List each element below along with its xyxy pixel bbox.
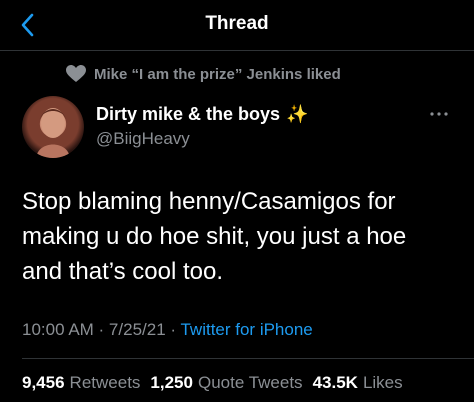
more-horizontal-icon: [430, 112, 448, 116]
author-name[interactable]: Dirty mike & the boys ✨: [96, 104, 308, 125]
social-context[interactable]: Mike “I am the prize” Jenkins liked: [66, 62, 341, 86]
author-handle[interactable]: @BiigHeavy: [96, 129, 190, 149]
likes-count: 43.5K: [312, 373, 358, 392]
tweet-meta: 10:00 AM · 7/25/21 · Twitter for iPhone: [22, 320, 313, 340]
tweet-text: Stop blaming henny/Casamigos for making …: [22, 188, 407, 285]
divider: [22, 358, 474, 359]
retweets-count: 9,456: [22, 373, 65, 392]
avatar-image: [36, 108, 70, 158]
retweets-label: Retweets: [69, 373, 141, 392]
tweet-timestamp[interactable]: 10:00 AM · 7/25/21 ·: [22, 320, 180, 339]
social-context-text: Mike “I am the prize” Jenkins liked: [94, 65, 341, 83]
author-name-text: Dirty mike & the boys: [96, 104, 281, 124]
heart-icon: [66, 65, 86, 82]
quote-tweets-count: 1,250: [150, 373, 193, 392]
quote-tweets-label: Quote Tweets: [197, 373, 303, 392]
sparkles-emoji: ✨: [286, 104, 309, 124]
tweet-stats: 9,456 Retweets 1,250 Quote Tweets 43.5K …: [22, 373, 403, 393]
retweets-stat[interactable]: 9,456 Retweets: [22, 373, 140, 393]
quote-tweets-stat[interactable]: 1,250 Quote Tweets: [150, 373, 302, 393]
likes-label: Likes: [362, 373, 403, 392]
tweet-source[interactable]: Twitter for iPhone: [180, 320, 312, 339]
avatar[interactable]: [22, 96, 84, 158]
top-bar: Thread: [0, 0, 474, 51]
page-title: Thread: [205, 13, 269, 34]
likes-stat[interactable]: 43.5K Likes: [313, 373, 403, 393]
more-options-button[interactable]: [426, 104, 452, 124]
